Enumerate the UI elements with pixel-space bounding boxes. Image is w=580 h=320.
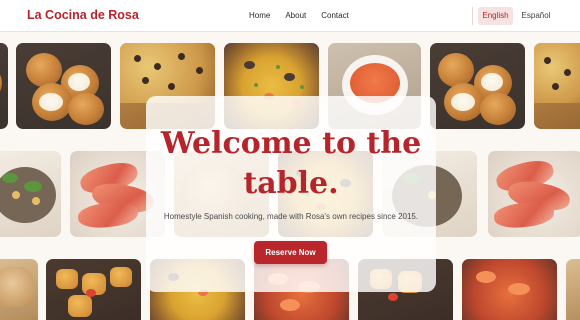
page: La Cocina de Rosa Home About Contact Eng… <box>0 0 580 320</box>
site-header: La Cocina de Rosa Home About Contact Eng… <box>0 0 580 32</box>
hero-title: Welcome to the table. <box>160 126 422 201</box>
language-spanish-button[interactable]: Español <box>517 7 555 25</box>
nav-contact[interactable]: Contact <box>321 11 349 20</box>
divider <box>472 7 473 25</box>
language-english-button[interactable]: English <box>478 7 513 25</box>
main-nav: Home About Contact <box>249 11 349 20</box>
reserve-now-button[interactable]: Reserve Now <box>254 241 327 264</box>
nav-about[interactable]: About <box>285 11 306 20</box>
hero-subtitle: Homestyle Spanish cooking, made with Ros… <box>163 212 419 221</box>
brand-logo[interactable]: La Cocina de Rosa <box>27 8 139 22</box>
nav-home[interactable]: Home <box>249 11 270 20</box>
